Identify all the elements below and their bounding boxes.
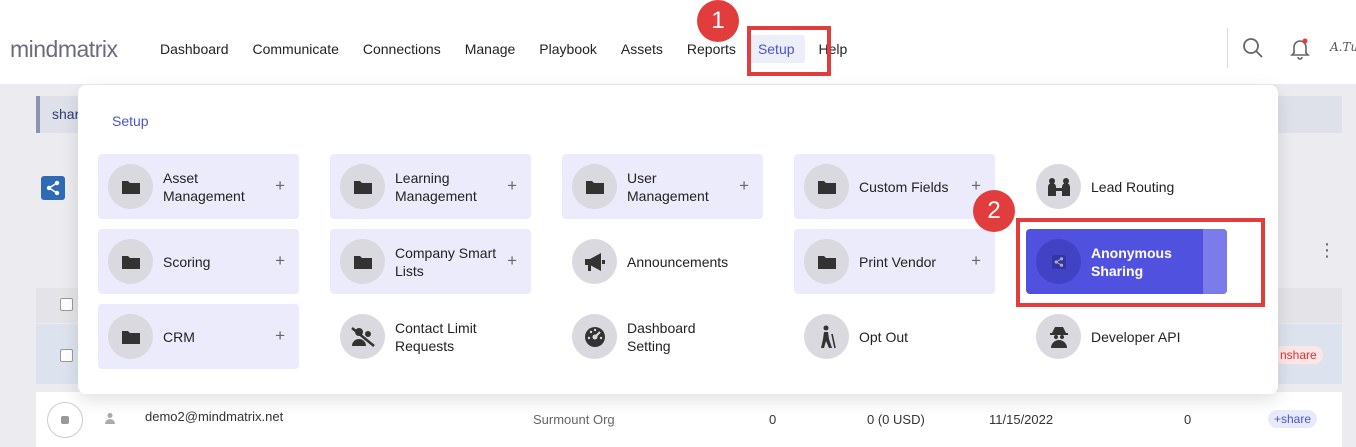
people-routing-icon — [1036, 164, 1081, 209]
tile-label: User Management — [627, 169, 709, 204]
select-all-checkbox[interactable] — [60, 298, 73, 311]
tile-announcements[interactable]: Announcements — [562, 229, 763, 294]
unshare-pill[interactable]: nshare — [1274, 346, 1323, 364]
row-date: 11/15/2022 — [989, 412, 1054, 427]
tile-label: Print Vendor — [859, 253, 937, 270]
row-checkbox[interactable] — [60, 349, 73, 362]
folder-icon — [804, 239, 849, 284]
tile-label: Opt Out — [859, 328, 909, 345]
folder-icon — [572, 164, 617, 209]
folder-icon — [804, 164, 849, 209]
tile-user-management[interactable]: User Management + — [562, 154, 763, 219]
nav-playbook[interactable]: Playbook — [539, 35, 597, 63]
tile-scoring[interactable]: Scoring + — [98, 229, 299, 294]
row-action-button[interactable] — [47, 402, 83, 438]
folder-icon — [340, 239, 385, 284]
nav-assets[interactable]: Assets — [621, 35, 663, 63]
tile-print-vendor[interactable]: Print Vendor + — [794, 229, 995, 294]
tile-label: Custom Fields — [859, 178, 949, 195]
tile-label: Announcements — [627, 253, 729, 270]
user-icon — [105, 413, 115, 424]
tile-label: CRM — [163, 328, 195, 345]
more-options-icon[interactable]: ⋮ — [1318, 240, 1336, 261]
nav-connections[interactable]: Connections — [363, 35, 441, 63]
row-count: 0 — [769, 412, 777, 427]
user-signature-avatar[interactable]: A.Tush — [1330, 40, 1356, 54]
share-pill[interactable]: +share — [1268, 410, 1318, 428]
expand-plus-icon[interactable]: + — [507, 176, 517, 196]
tile-crm[interactable]: CRM + — [98, 304, 299, 369]
annotation-badge-2: 2 — [973, 190, 1015, 232]
share-page-icon — [41, 176, 65, 200]
row-org: Surmount Org — [533, 412, 615, 427]
spy-icon — [1036, 314, 1081, 359]
expand-plus-icon[interactable]: + — [275, 176, 285, 196]
mindmatrix-logo[interactable]: mindmatrix — [10, 36, 118, 63]
tile-opt-out[interactable]: Opt Out — [794, 304, 995, 369]
tile-label: Developer API — [1091, 328, 1181, 345]
folder-icon — [340, 164, 385, 209]
annotation-box-setup — [747, 26, 831, 76]
folder-icon — [108, 314, 153, 359]
users-off-icon — [340, 314, 385, 359]
nav-divider — [1227, 28, 1228, 68]
panel-title[interactable]: Setup — [112, 113, 149, 129]
tile-company-smart-lists[interactable]: Company Smart Lists + — [330, 229, 531, 294]
tile-dashboard-setting[interactable]: Dashboard Setting — [562, 304, 763, 369]
tile-label: Company Smart Lists — [395, 244, 497, 279]
tile-contact-limit-requests[interactable]: Contact Limit Requests — [330, 304, 531, 369]
tile-custom-fields[interactable]: Custom Fields + — [794, 154, 995, 219]
expand-plus-icon[interactable]: + — [507, 251, 517, 271]
tile-label: Dashboard Setting — [627, 319, 696, 354]
annotation-box-anonymous-sharing — [1016, 218, 1265, 307]
megaphone-icon — [572, 239, 617, 284]
tile-label: Scoring — [163, 253, 211, 270]
tile-lead-routing[interactable]: Lead Routing — [1026, 154, 1227, 219]
tile-label: Learning Management — [395, 169, 477, 204]
tile-label: Asset Management — [163, 169, 245, 204]
folder-icon — [108, 164, 153, 209]
tile-developer-api[interactable]: Developer API — [1026, 304, 1227, 369]
nav-manage[interactable]: Manage — [465, 35, 516, 63]
tile-label: Lead Routing — [1091, 178, 1175, 195]
row-email[interactable]: demo2@mindmatrix.net — [145, 409, 283, 424]
expand-plus-icon[interactable]: + — [739, 176, 749, 196]
top-nav-bar: mindmatrix Dashboard Communicate Connect… — [0, 0, 1356, 84]
walking-icon — [804, 314, 849, 359]
nav-communicate[interactable]: Communicate — [253, 35, 339, 63]
row-amount: 0 (0 USD) — [867, 412, 925, 427]
expand-plus-icon[interactable]: + — [275, 326, 285, 346]
row-count-2: 0 — [1184, 412, 1192, 427]
bell-icon[interactable] — [1288, 36, 1312, 60]
expand-plus-icon[interactable]: + — [275, 251, 285, 271]
expand-plus-icon[interactable]: + — [971, 176, 981, 196]
tile-asset-management[interactable]: Asset Management + — [98, 154, 299, 219]
tile-learning-management[interactable]: Learning Management + — [330, 154, 531, 219]
search-icon[interactable] — [1241, 36, 1265, 60]
nav-dashboard[interactable]: Dashboard — [160, 35, 229, 63]
tile-label: Contact Limit Requests — [395, 319, 477, 354]
gauge-icon — [572, 314, 617, 359]
expand-plus-icon[interactable]: + — [971, 251, 981, 271]
annotation-badge-1: 1 — [697, 0, 739, 42]
search-text: shar — [52, 106, 80, 122]
folder-icon — [108, 239, 153, 284]
